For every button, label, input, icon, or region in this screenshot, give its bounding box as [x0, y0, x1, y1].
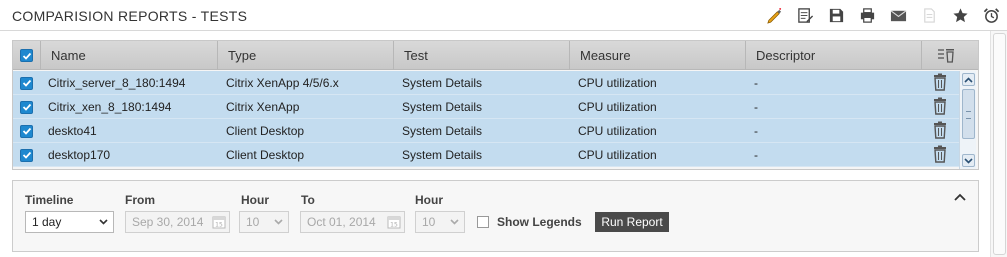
column-header-test[interactable]: Test: [393, 41, 569, 70]
from-hour-value: 10: [246, 215, 260, 229]
cell-descriptor: -: [754, 100, 758, 114]
column-header-type[interactable]: Type: [217, 41, 393, 70]
cell-measure: CPU utilization: [578, 100, 657, 114]
trash-icon[interactable]: [932, 97, 948, 115]
select-all-checkbox[interactable]: [13, 41, 40, 70]
cell-type: Citrix XenApp: [226, 100, 300, 114]
to-date-field[interactable]: Oct 01, 2014 15: [300, 211, 405, 233]
cell-measure: CPU utilization: [578, 148, 657, 162]
save-icon[interactable]: [826, 5, 846, 25]
table-row[interactable]: Citrix_server_8_180:1494 Citrix XenApp 4…: [13, 71, 959, 95]
from-hour-select[interactable]: 10: [239, 211, 289, 233]
calendar-icon[interactable]: 15: [387, 215, 401, 229]
chevron-down-icon: [99, 219, 108, 225]
document-icon: [919, 5, 939, 25]
table-header: Name Type Test Measure Descriptor: [13, 41, 978, 70]
scroll-up-button[interactable]: [962, 73, 975, 86]
cell-name: deskto41: [48, 124, 97, 138]
to-label: To: [301, 193, 315, 207]
chevron-up-icon: [964, 76, 973, 83]
show-legends-label: Show Legends: [497, 215, 582, 229]
cell-type: Client Desktop: [226, 148, 305, 162]
cell-descriptor: -: [754, 124, 758, 138]
cell-measure: CPU utilization: [578, 76, 657, 90]
to-hour-value: 10: [422, 215, 436, 229]
favorite-icon[interactable]: [950, 5, 970, 25]
column-header-name[interactable]: Name: [40, 41, 217, 70]
row-checkbox[interactable]: [13, 143, 40, 167]
delete-selected-icon[interactable]: [938, 48, 956, 63]
to-date-value: Oct 01, 2014: [307, 215, 376, 229]
chevron-down-icon: [274, 219, 283, 225]
collapse-chevron-icon[interactable]: [954, 193, 966, 201]
timeline-value: 1 day: [32, 215, 62, 229]
from-label: From: [125, 193, 155, 207]
row-checkbox[interactable]: [13, 71, 40, 95]
scroll-thumb[interactable]: [962, 89, 975, 139]
to-hour-label: Hour: [415, 193, 443, 207]
report-filter-panel: Timeline 1 day From Sep 30, 2014 15 Hour…: [12, 180, 979, 252]
cell-test: System Details: [402, 76, 483, 90]
print-icon[interactable]: [857, 5, 877, 25]
table-row[interactable]: desktop170 Client Desktop System Details…: [13, 143, 959, 167]
mail-icon[interactable]: [888, 5, 908, 25]
cell-type: Citrix XenApp 4/5/6.x: [226, 76, 339, 90]
toolbar: [753, 5, 1001, 25]
cell-test: System Details: [402, 100, 483, 114]
show-legends-checkbox[interactable]: [477, 216, 489, 228]
from-date-value: Sep 30, 2014: [132, 215, 204, 229]
chevron-down-icon: [450, 219, 459, 225]
cell-descriptor: -: [754, 148, 758, 162]
cell-name: Citrix_xen_8_180:1494: [48, 100, 172, 114]
table-scrollbar[interactable]: [959, 71, 976, 169]
column-header-descriptor[interactable]: Descriptor: [745, 41, 921, 70]
timeline-label: Timeline: [25, 193, 74, 207]
report-icon[interactable]: [795, 5, 815, 25]
scroll-down-button[interactable]: [962, 154, 975, 167]
cell-test: System Details: [402, 148, 483, 162]
run-report-button[interactable]: Run Report: [595, 212, 669, 232]
table-body: Citrix_server_8_180:1494 Citrix XenApp 4…: [13, 71, 959, 169]
svg-text:15: 15: [390, 222, 398, 229]
page-header: COMPARISION REPORTS - TESTS: [0, 0, 1007, 31]
tests-table: Name Type Test Measure Descriptor Citrix…: [12, 40, 979, 170]
cell-name: Citrix_server_8_180:1494: [48, 76, 186, 90]
page-scrollbar[interactable]: [990, 31, 1007, 257]
cell-type: Client Desktop: [226, 124, 305, 138]
column-header-measure[interactable]: Measure: [569, 41, 745, 70]
edit-icon[interactable]: [764, 5, 784, 25]
row-checkbox[interactable]: [13, 95, 40, 119]
cell-measure: CPU utilization: [578, 124, 657, 138]
trash-icon[interactable]: [932, 145, 948, 163]
timeline-select[interactable]: 1 day: [25, 211, 114, 233]
cell-name: desktop170: [48, 148, 111, 162]
trash-icon[interactable]: [932, 121, 948, 139]
table-row[interactable]: Citrix_xen_8_180:1494 Citrix XenApp Syst…: [13, 95, 959, 119]
chevron-down-icon: [964, 157, 973, 164]
row-checkbox[interactable]: [13, 119, 40, 143]
page-scroll-thumb[interactable]: [993, 33, 1006, 255]
cell-descriptor: -: [754, 76, 758, 90]
from-date-field[interactable]: Sep 30, 2014 15: [125, 211, 230, 233]
calendar-icon[interactable]: 15: [212, 215, 226, 229]
table-row[interactable]: deskto41 Client Desktop System Details C…: [13, 119, 959, 143]
to-hour-select[interactable]: 10: [415, 211, 465, 233]
alarm-clock-icon[interactable]: [981, 5, 1001, 25]
cell-test: System Details: [402, 124, 483, 138]
trash-icon[interactable]: [932, 73, 948, 91]
from-hour-label: Hour: [241, 193, 269, 207]
delete-all-column: [921, 41, 978, 70]
page-title: COMPARISION REPORTS - TESTS: [12, 8, 248, 24]
svg-text:15: 15: [215, 222, 223, 229]
